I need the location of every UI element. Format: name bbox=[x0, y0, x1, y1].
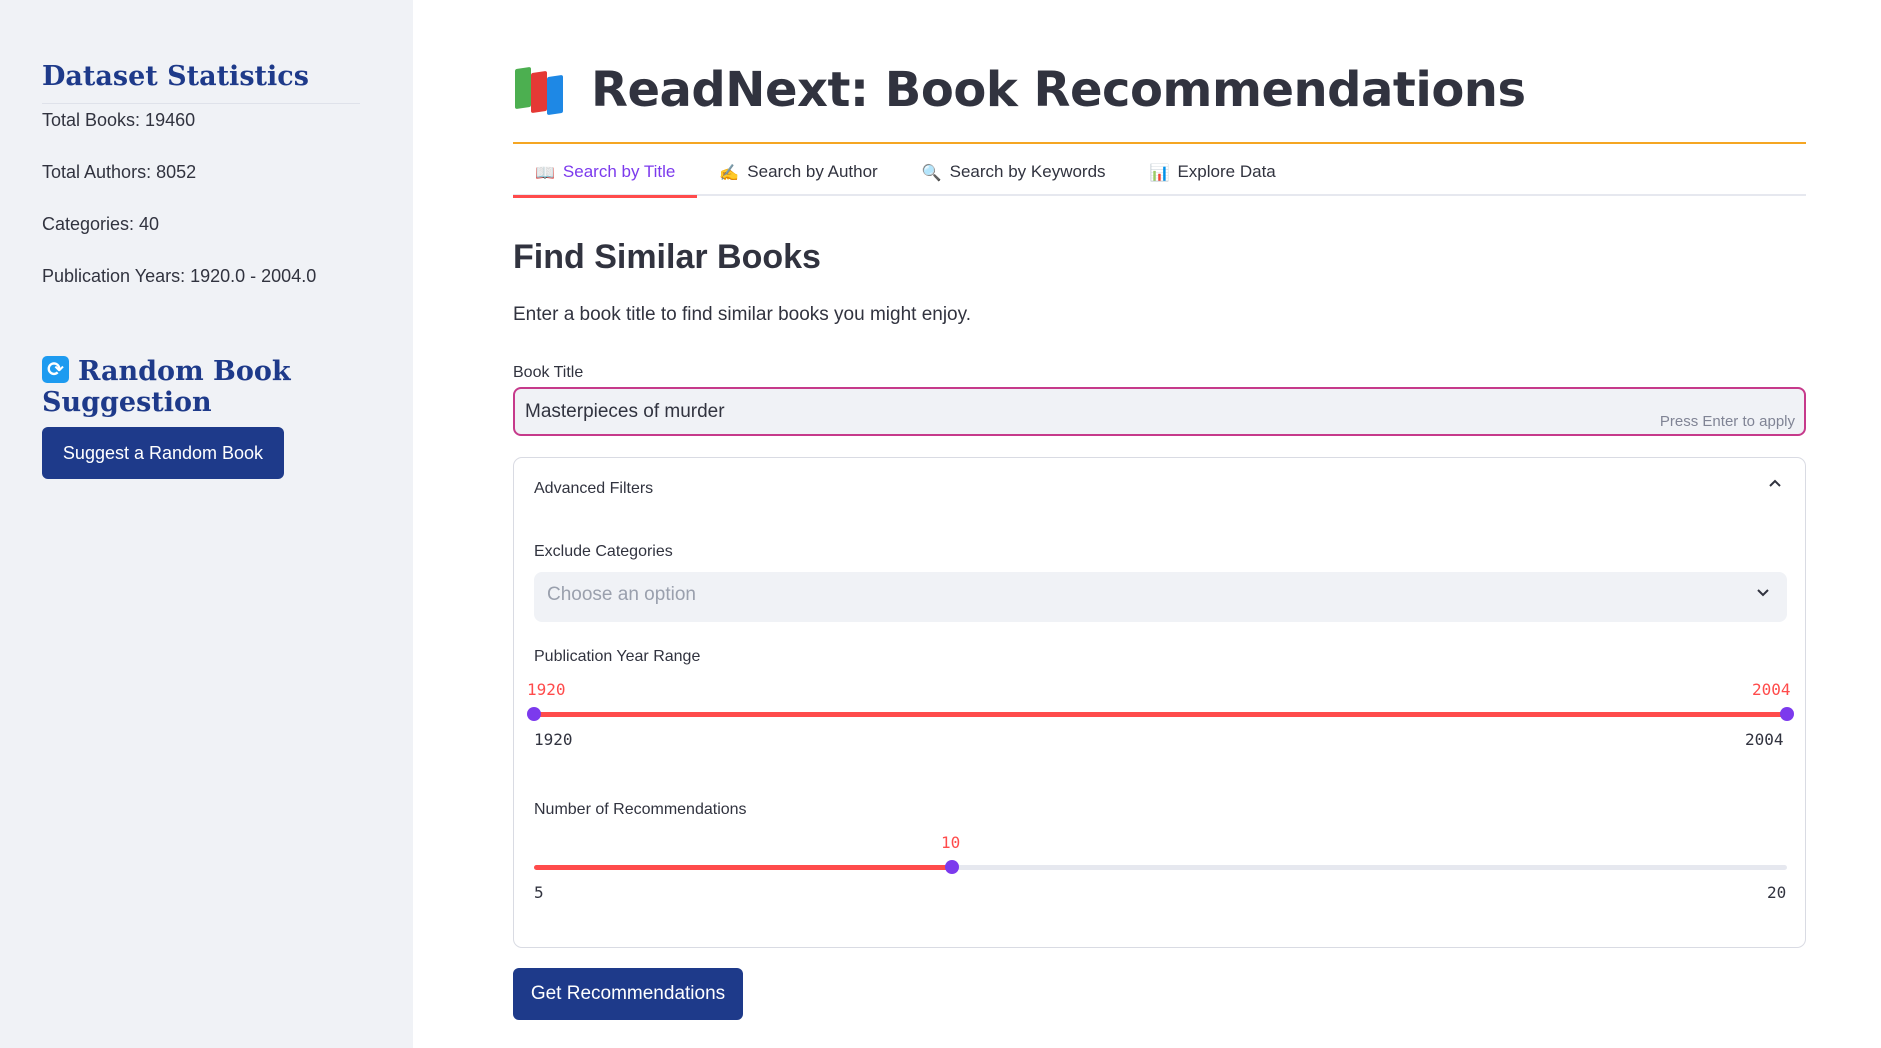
bar-chart-icon: 📊 bbox=[1149, 162, 1170, 182]
suggest-random-book-button[interactable]: Suggest a Random Book bbox=[42, 427, 284, 479]
recommendations-max: 20 bbox=[1767, 883, 1787, 902]
chevron-down-icon bbox=[1755, 584, 1771, 605]
year-high-value: 2004 bbox=[1752, 680, 1791, 699]
refresh-icon: ⟳ bbox=[42, 356, 69, 383]
open-book-icon: 📖 bbox=[535, 162, 555, 182]
advanced-filters-header[interactable]: Advanced Filters bbox=[534, 480, 653, 498]
book-title-field[interactable]: Press Enter to apply bbox=[513, 387, 1806, 436]
writing-hand-icon: ✍️ bbox=[719, 162, 740, 182]
section-title: Find Similar Books bbox=[513, 238, 821, 276]
tab-label: Search by Keywords bbox=[949, 162, 1106, 181]
tab-label: Search by Title bbox=[562, 162, 676, 181]
year-range-slider-track[interactable] bbox=[534, 712, 1787, 717]
stat-total-books: Total Books: 19460 bbox=[42, 110, 196, 130]
random-book-heading: ⟳ Random Book Suggestion bbox=[42, 356, 360, 418]
tab-bar: 📖 Search by Title ✍️ Search by Author 🔍 … bbox=[513, 148, 1806, 198]
magnifier-icon: 🔍 bbox=[921, 162, 942, 182]
press-enter-hint: Press Enter to apply bbox=[1659, 413, 1795, 430]
number-of-recommendations-label: Number of Recommendations bbox=[534, 801, 747, 818]
get-recommendations-button[interactable]: Get Recommendations bbox=[513, 968, 743, 1020]
title-underline bbox=[513, 142, 1806, 144]
recommendations-slider-fill bbox=[534, 865, 952, 870]
chevron-up-icon[interactable] bbox=[1767, 476, 1783, 497]
app-title: ReadNext: Book Recommendations bbox=[591, 62, 1526, 118]
stat-total-authors: Total Authors: 8052 bbox=[42, 162, 197, 182]
year-range-max: 2004 bbox=[1745, 730, 1784, 749]
select-placeholder: Choose an option bbox=[547, 584, 696, 605]
book-title-input[interactable] bbox=[525, 389, 1625, 434]
tab-explore-data[interactable]: 📊 Explore Data bbox=[1128, 148, 1298, 196]
year-low-value: 1920 bbox=[527, 680, 566, 699]
page-title: ReadNext: Book Recommendations bbox=[513, 62, 1526, 118]
exclude-categories-label: Exclude Categories bbox=[534, 543, 673, 560]
year-range-slider-thumb-high[interactable] bbox=[1780, 707, 1794, 721]
tab-search-by-keywords[interactable]: 🔍 Search by Keywords bbox=[900, 148, 1128, 196]
divider bbox=[42, 103, 360, 104]
publication-year-range-label: Publication Year Range bbox=[534, 648, 701, 665]
year-range-slider-thumb-low[interactable] bbox=[527, 707, 541, 721]
tab-search-by-title[interactable]: 📖 Search by Title bbox=[513, 148, 698, 198]
tab-label: Search by Author bbox=[747, 162, 878, 181]
recommendations-slider-thumb[interactable] bbox=[945, 860, 959, 874]
recommendations-min: 5 bbox=[534, 883, 544, 902]
book-title-label: Book Title bbox=[513, 364, 584, 381]
section-description: Enter a book title to find similar books… bbox=[513, 304, 971, 325]
random-book-heading-text: Random Book Suggestion bbox=[42, 356, 291, 418]
stat-categories: Categories: 40 bbox=[42, 214, 160, 234]
dataset-statistics-heading: Dataset Statistics bbox=[42, 61, 309, 92]
tab-search-by-author[interactable]: ✍️ Search by Author bbox=[697, 148, 899, 196]
books-icon bbox=[513, 64, 569, 116]
year-range-min: 1920 bbox=[534, 730, 573, 749]
sidebar: Dataset Statistics Total Books: 19460 To… bbox=[0, 0, 413, 1048]
exclude-categories-select[interactable]: Choose an option bbox=[534, 572, 1787, 622]
recommendations-value: 10 bbox=[941, 833, 961, 852]
stat-publication-years: Publication Years: 1920.0 - 2004.0 bbox=[42, 266, 317, 286]
tab-label: Explore Data bbox=[1177, 162, 1276, 181]
advanced-filters-expander: Advanced Filters Exclude Categories Choo… bbox=[513, 457, 1806, 948]
